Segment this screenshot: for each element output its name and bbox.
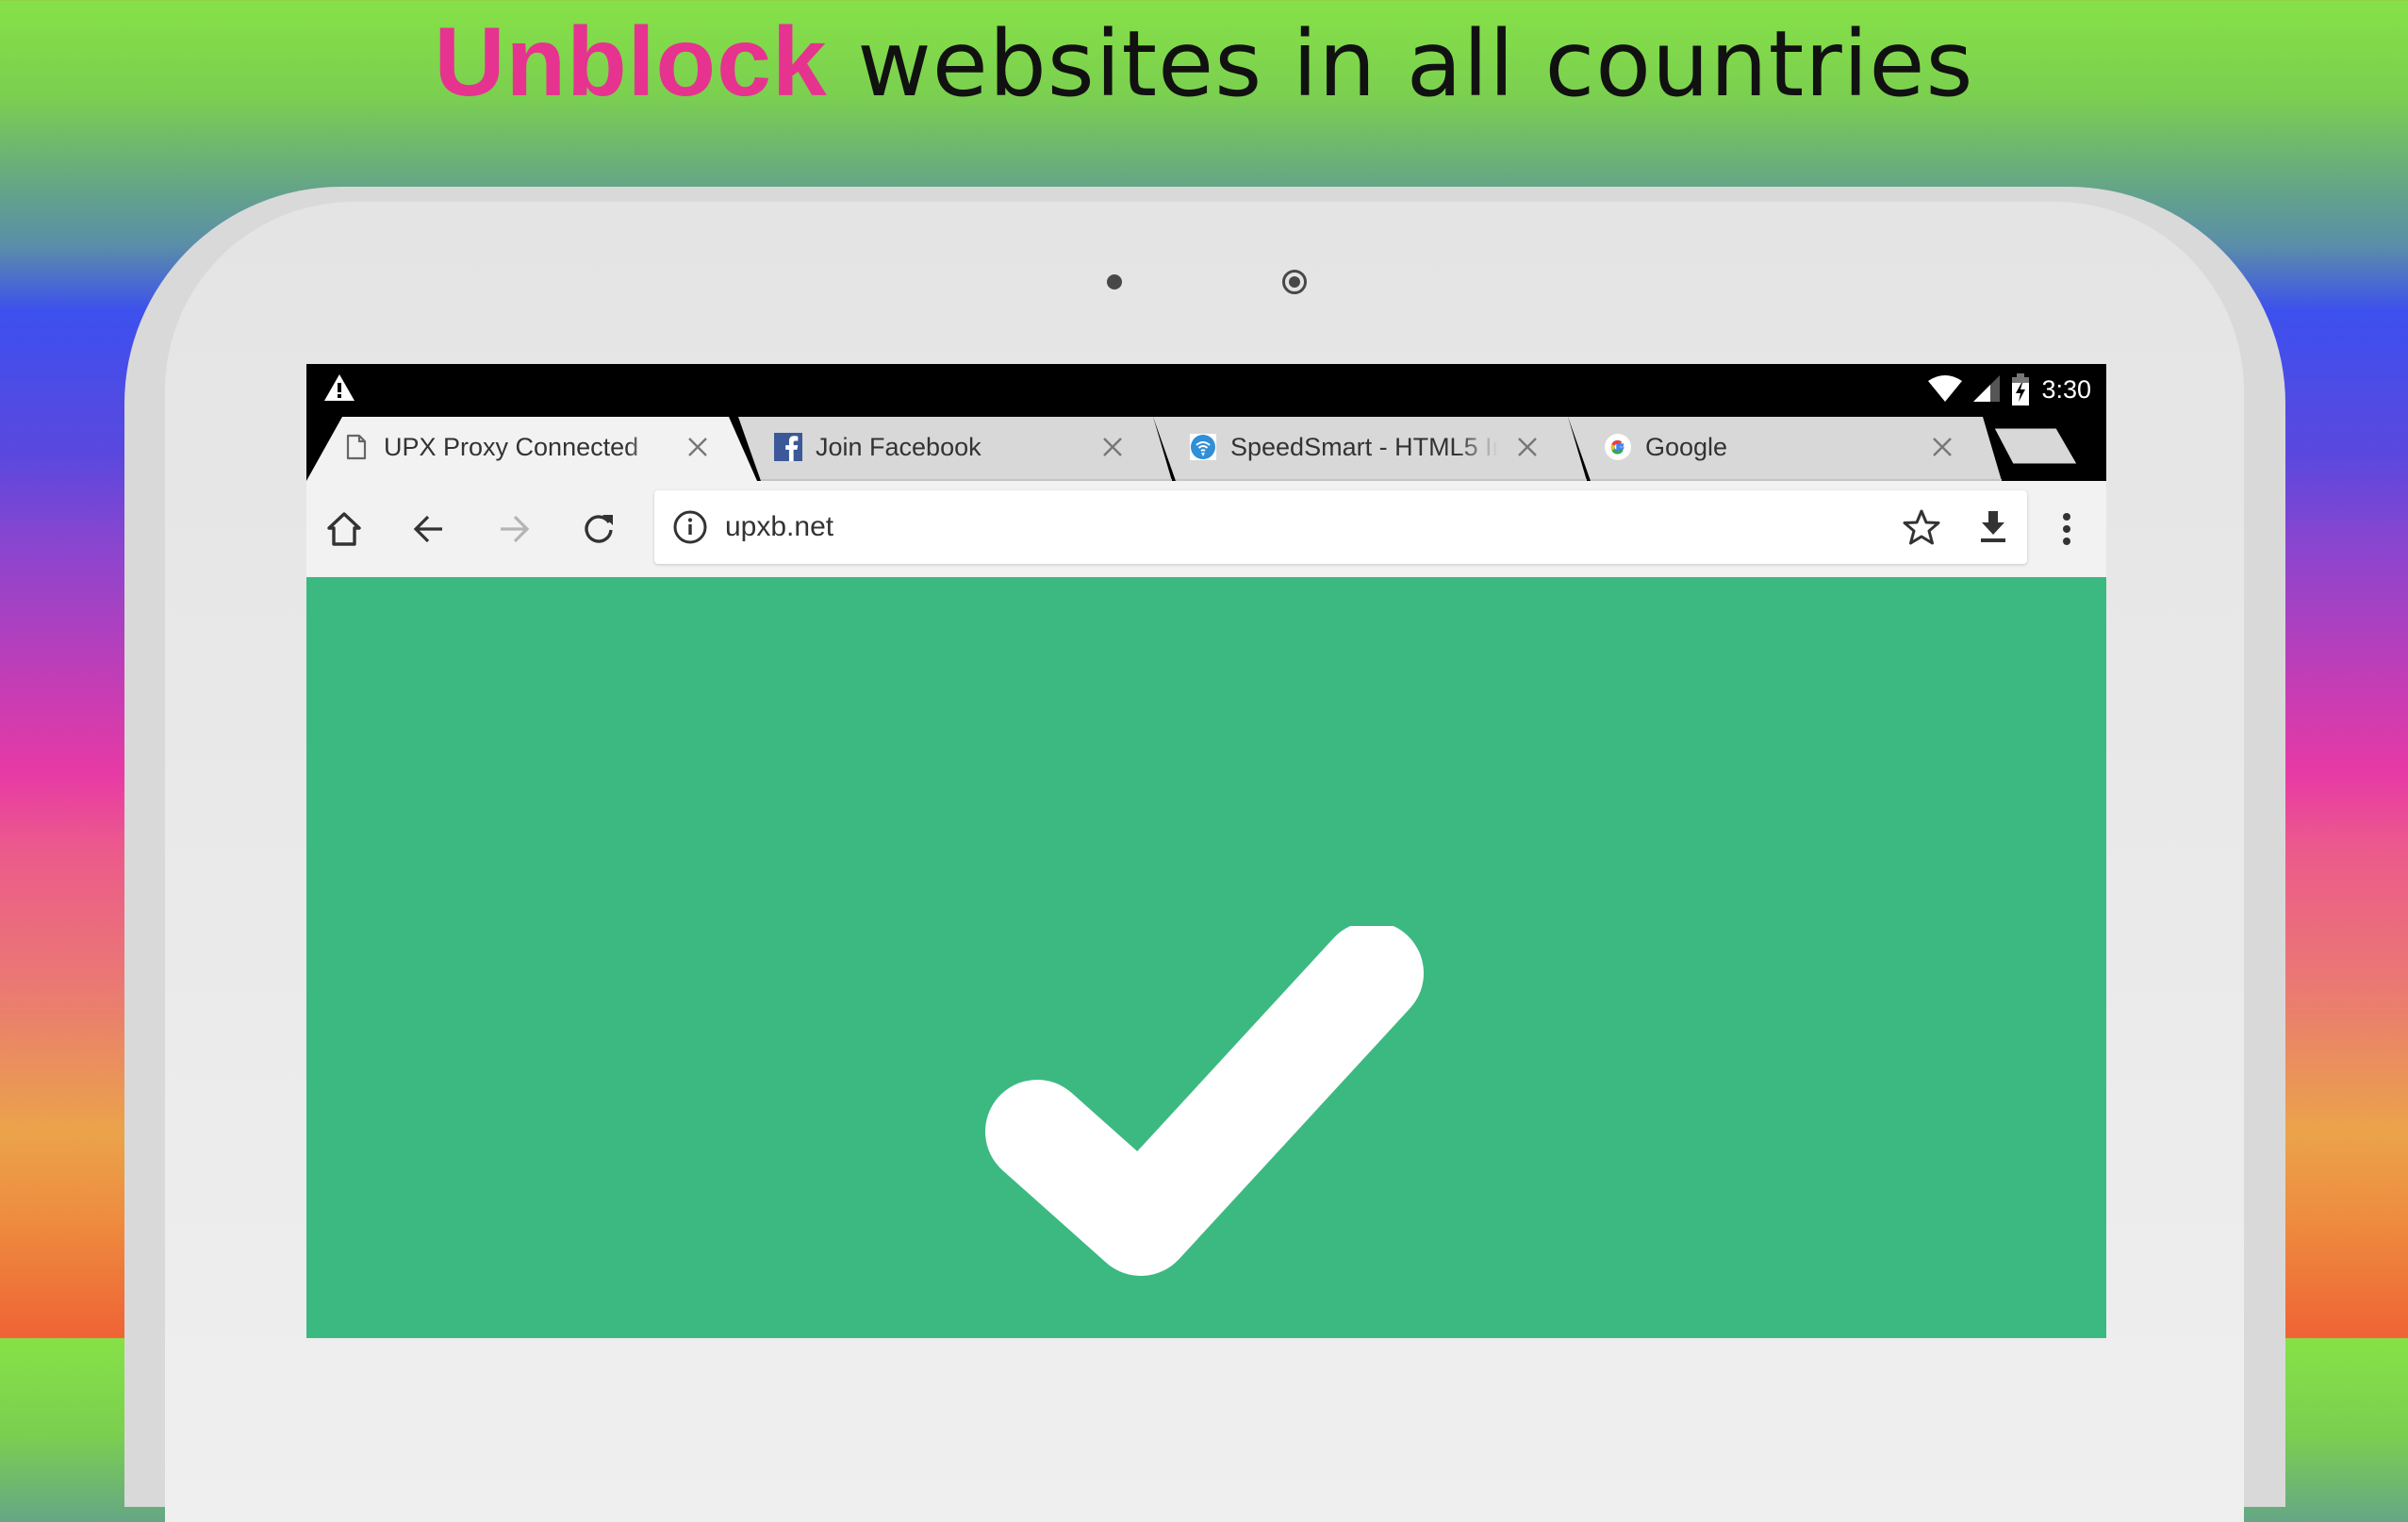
warning-icon (324, 374, 355, 401)
tab-close-icon[interactable] (1098, 433, 1127, 461)
new-tab-button[interactable] (1994, 428, 2077, 466)
promo-headline: Unblock websites in all countries (0, 6, 2408, 121)
url-text[interactable]: upxb.net (725, 507, 833, 547)
tab-title: Google (1645, 432, 1728, 461)
tab-upx-proxy[interactable]: UPX Proxy Connected (306, 417, 757, 481)
status-bar: 3:30 (306, 364, 2106, 417)
reload-button[interactable] (576, 506, 621, 552)
proximity-sensor (1107, 274, 1122, 290)
forward-button[interactable] (491, 506, 536, 552)
wifi-icon (1928, 375, 1963, 402)
tab-close-icon[interactable] (684, 433, 712, 461)
back-icon (413, 515, 442, 543)
facebook-icon (774, 433, 802, 461)
tab-title: UPX Proxy Connected (384, 432, 639, 461)
speedsmart-icon (1189, 433, 1217, 461)
home-icon (327, 512, 361, 546)
headline-rest: websites in all countries (827, 11, 1974, 117)
tab-google[interactable]: Google (1568, 417, 2002, 481)
tab-strip: Google SpeedSmart - HTML5 Internet Speed… (306, 417, 2106, 481)
tab-close-icon[interactable] (1928, 433, 1956, 461)
tab-title: SpeedSmart - HTML5 Internet Speed Test (1230, 432, 1498, 461)
home-button[interactable] (322, 506, 367, 552)
battery-charging-icon (2012, 373, 2030, 405)
star-icon[interactable] (1901, 506, 1942, 548)
browser-toolbar: upxb.net (306, 481, 2106, 577)
status-clock: 3:30 (2041, 374, 2091, 404)
web-page-content (306, 577, 2106, 1338)
tab-title: Join Facebook (816, 432, 981, 461)
tab-speedsmart[interactable]: SpeedSmart - HTML5 Internet Speed Test (1153, 417, 1587, 481)
reload-icon (585, 515, 613, 543)
back-button[interactable] (406, 506, 452, 552)
tab-facebook[interactable]: Join Facebook (738, 417, 1172, 481)
tab-close-icon[interactable] (1513, 433, 1542, 461)
forward-icon (501, 515, 530, 543)
menu-icon[interactable] (2048, 506, 2086, 552)
checkmark-icon (985, 926, 1424, 1276)
headline-accent: Unblock (434, 8, 828, 117)
cell-signal-icon (1973, 375, 2001, 402)
address-bar[interactable]: upxb.net (654, 490, 2027, 564)
front-camera (1282, 270, 1307, 294)
download-icon[interactable] (1972, 506, 2014, 548)
page-icon (342, 433, 371, 461)
tablet-screen: 3:30 Google SpeedSmart - HTML5 I Join Fa… (306, 364, 2106, 1338)
info-icon[interactable] (669, 506, 711, 548)
google-icon (1604, 433, 1632, 461)
